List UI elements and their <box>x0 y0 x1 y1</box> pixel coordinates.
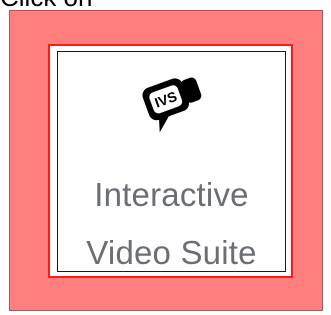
app-name-line-1: Interactive <box>94 176 249 213</box>
ivs-video-chat-icon: IVS <box>142 77 202 133</box>
app-name-line-2: Video Suite <box>86 234 257 271</box>
instruction-label: Click on <box>0 0 331 10</box>
app-name: Interactive Video Suite <box>58 166 285 282</box>
app-tile-interactive-video-suite[interactable]: IVS Interactive Video Suite <box>57 51 286 272</box>
